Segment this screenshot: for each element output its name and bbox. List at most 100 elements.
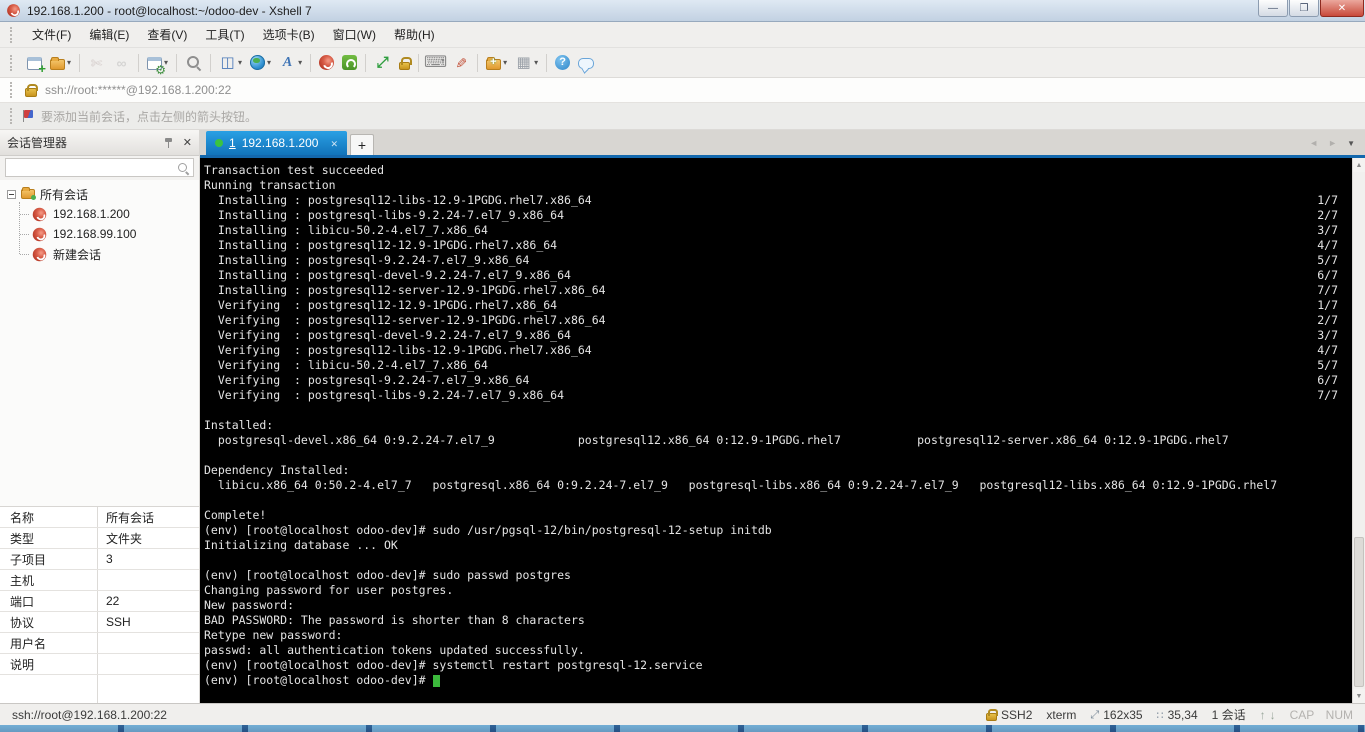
terminal-line: Complete! [204, 508, 1338, 523]
new-session-button[interactable] [24, 53, 46, 75]
xftp-button[interactable] [339, 53, 360, 72]
menu-file[interactable]: 文件(F) [23, 22, 80, 47]
terminal-text: Installing : postgresql-libs-9.2.24-7.el… [204, 208, 565, 222]
tab-next-icon[interactable] [1328, 133, 1337, 151]
menu-window[interactable]: 窗口(W) [324, 22, 385, 47]
web-button[interactable]: ▾ [247, 53, 274, 72]
tab-close-icon[interactable] [330, 136, 338, 150]
menu-tab[interactable]: 选项卡(B) [254, 22, 324, 47]
terminal-line: Transaction test succeeded [204, 163, 1338, 178]
tab-menu-caret-icon[interactable] [1347, 133, 1355, 151]
open-folder-button[interactable]: ▾ [47, 53, 74, 72]
session-search-input[interactable] [5, 158, 194, 177]
new-tab-button[interactable] [349, 134, 374, 155]
menu-help[interactable]: 帮助(H) [385, 22, 444, 47]
property-value: 所有会话 [106, 510, 155, 525]
title-bar: 192.168.1.200 - root@localhost:~/odoo-de… [0, 0, 1365, 22]
chevron-down-icon[interactable]: ▾ [534, 58, 538, 67]
session-item-192-168-1-200[interactable]: 192.168.1.200 [12, 204, 199, 224]
chevron-down-icon[interactable]: ▾ [238, 58, 242, 67]
session-properties-button[interactable]: ▾ [144, 53, 171, 76]
menu-bar: 文件(F) 编辑(E) 查看(V) 工具(T) 选项卡(B) 窗口(W) 帮助(H) [0, 22, 1365, 48]
chevron-down-icon[interactable]: ▾ [267, 58, 271, 67]
terminal-output[interactable]: Transaction test succeeded Running transa… [200, 158, 1352, 703]
menu-edit[interactable]: 编辑(E) [80, 22, 138, 47]
minimize-button[interactable]: — [1258, 0, 1288, 17]
properties-filler [0, 675, 199, 703]
font-button[interactable]: ▾ [276, 52, 305, 73]
scroll-down-arrow-icon[interactable] [1270, 708, 1276, 722]
scroll-down-icon[interactable] [1353, 689, 1365, 703]
fullscreen-button[interactable] [371, 52, 394, 73]
find-button[interactable] [182, 52, 205, 73]
chevron-down-icon[interactable]: ▾ [298, 58, 302, 67]
scrollbar-thumb[interactable] [1354, 537, 1364, 687]
feedback-button[interactable] [575, 55, 597, 71]
panel-close-icon[interactable]: ✕ [183, 136, 192, 149]
terminal-line: Installing : postgresql-devel-9.2.24-7.e… [204, 268, 1338, 283]
status-caps-lock: CAP [1289, 707, 1315, 722]
drag-handle[interactable] [10, 26, 15, 43]
terminal-text: (env) [root@localhost odoo-dev]# sudo /u… [204, 523, 772, 537]
session-manager-panel: 会话管理器 ✕ 所有会话 192.168.1.200 192.168.99.100… [0, 130, 200, 703]
cursor-position-icon [1157, 708, 1164, 722]
terminal-line: Verifying : libicu-50.2-4.el7_7.x86_64 5/… [204, 358, 1338, 373]
address-bar[interactable]: ssh://root:******@192.168.1.200:22 [0, 78, 1365, 103]
tree-root-all-sessions[interactable]: 所有会话 [0, 184, 199, 204]
terminal-text: Verifying : postgresql12-12.9-1PGDG.rhel… [204, 298, 558, 312]
tab-prev-icon[interactable] [1309, 133, 1318, 151]
progress-counter: 1/7 [1317, 193, 1338, 207]
views-button[interactable]: ▾ [512, 52, 541, 73]
progress-counter: 5/7 [1317, 358, 1338, 372]
close-button[interactable]: ✕ [1320, 0, 1364, 17]
chevron-down-icon[interactable]: ▾ [67, 58, 71, 67]
restore-button[interactable]: ❐ [1289, 0, 1319, 17]
session-item-new[interactable]: 新建会话 [12, 244, 199, 264]
terminal-text: Installing : postgresql12-libs-12.9-1PGD… [204, 193, 592, 207]
property-label: 用户名 [0, 633, 98, 653]
terminal-text: Installed: [204, 418, 274, 432]
terminal-line: Verifying : postgresql12-12.9-1PGDG.rhel… [204, 298, 1338, 313]
status-num-lock: NUM [1325, 707, 1353, 722]
scroll-up-arrow-icon[interactable] [1260, 708, 1266, 722]
terminal-text: Verifying : postgresql12-server-12.9-1PG… [204, 313, 606, 327]
terminal-text: Changing password for user postgres. [204, 583, 454, 597]
address-value[interactable]: ssh://root:******@192.168.1.200:22 [45, 83, 231, 97]
scroll-up-icon[interactable] [1353, 158, 1365, 172]
xshell-button[interactable] [316, 53, 337, 72]
layout-button[interactable]: ▾ [216, 52, 245, 73]
tab-192-168-1-200[interactable]: 1 192.168.1.200 [206, 131, 347, 155]
encryption-lock-icon [986, 708, 999, 721]
terminal-size-icon [1090, 707, 1099, 722]
flag-icon[interactable] [23, 110, 33, 122]
menu-view[interactable]: 查看(V) [138, 22, 196, 47]
property-label: 协议 [0, 612, 98, 632]
lock-button[interactable] [396, 53, 413, 72]
chevron-down-icon[interactable]: ▾ [503, 58, 507, 67]
tree-expander-icon[interactable] [7, 189, 16, 199]
search-icon [177, 162, 190, 175]
new-folder-button[interactable]: ▾ [483, 53, 510, 72]
session-manager-title: 会话管理器 [7, 136, 68, 150]
terminal-scrollbar[interactable] [1352, 158, 1365, 703]
app-logo-icon [7, 4, 20, 17]
session-item-192-168-99-100[interactable]: 192.168.99.100 [12, 224, 199, 244]
drag-handle[interactable] [10, 54, 15, 71]
disconnect-button[interactable] [85, 52, 108, 73]
terminal-cursor [433, 674, 441, 687]
pin-icon[interactable] [163, 137, 175, 149]
keyboard-button[interactable] [424, 52, 447, 73]
scrollbar-track[interactable] [1353, 172, 1365, 689]
drag-handle[interactable] [10, 82, 15, 98]
windows-taskbar[interactable] [0, 725, 1365, 732]
property-row: 说明 [0, 654, 199, 675]
property-row: 端口 22 [0, 591, 199, 612]
reconnect-button[interactable] [110, 52, 133, 73]
terminal-text: Installing : postgresql-9.2.24-7.el7_9.x… [204, 253, 530, 267]
drag-handle[interactable] [10, 108, 15, 124]
help-button[interactable] [552, 53, 573, 72]
session-label: 192.168.99.100 [53, 227, 137, 241]
terminal-line: Installing : postgresql-libs-9.2.24-7.el… [204, 208, 1338, 223]
compose-button[interactable] [449, 52, 472, 73]
menu-tools[interactable]: 工具(T) [196, 22, 253, 47]
